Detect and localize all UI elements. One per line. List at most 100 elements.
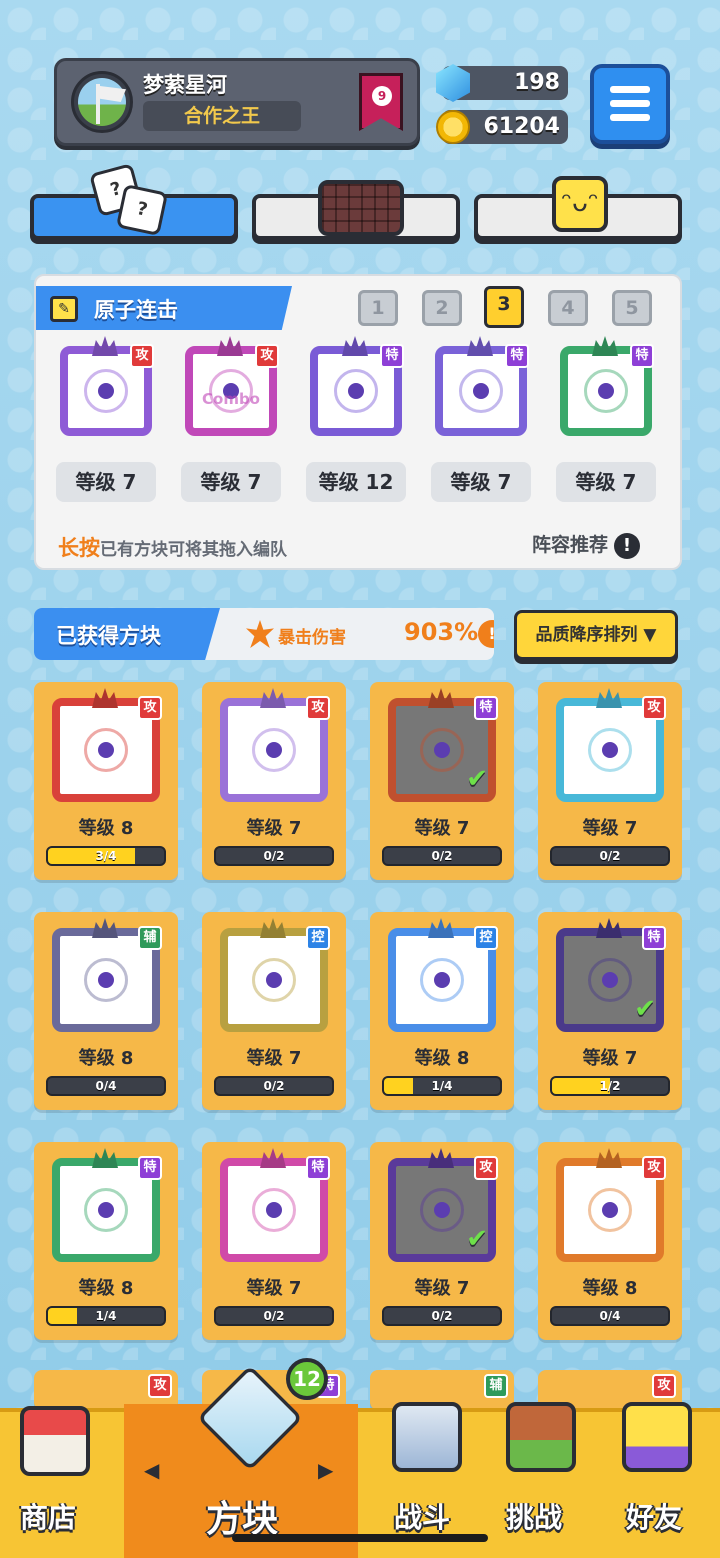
nav-friends[interactable]: 好友 <box>626 1496 682 1536</box>
owned-block-card[interactable]: 攻 ✔ 等级 7 0/2 <box>370 1142 514 1340</box>
card-level: 等级 7 <box>246 818 302 839</box>
card-level: 等级 8 <box>78 1278 134 1299</box>
smile-face-icon: ᵔᴗᵔ <box>552 176 608 232</box>
card-progress-bar: 0/2 <box>382 846 502 866</box>
owned-block-card[interactable]: 攻 等级 8 0/4 <box>538 1142 682 1340</box>
card-progress-text: 0/4 <box>95 1079 117 1093</box>
brick-icon <box>318 180 404 236</box>
card-level: 等级 8 <box>582 1278 638 1299</box>
dragon-crest-icon <box>92 1148 118 1168</box>
card-progress-text: 1/4 <box>431 1079 453 1093</box>
nav-challenge[interactable]: 挑战 <box>506 1496 562 1536</box>
owned-header: 已获得方块 暴击伤害 903% ! <box>34 608 494 660</box>
card-progress-text: 3/4 <box>95 849 117 863</box>
owned-block-card[interactable]: 攻 等级 7 0/2 <box>202 682 346 880</box>
owned-block-card[interactable]: 辅 等级 8 0/4 <box>34 912 178 1110</box>
card-progress-text: 0/2 <box>431 849 453 863</box>
dragon-crest-icon <box>92 336 118 356</box>
block-type-tag: 特 <box>505 344 529 368</box>
blocks-badge: 12 <box>286 1358 328 1400</box>
owned-label: 已获得方块 <box>56 624 161 648</box>
card-level: 等级 7 <box>414 818 470 839</box>
block-type-tag: 控 <box>474 926 498 950</box>
card-progress-bar: 0/2 <box>214 1076 334 1096</box>
card-progress-bar: 1/4 <box>382 1076 502 1096</box>
block-type-tag: 攻 <box>652 1374 676 1398</box>
player-avatar[interactable] <box>71 71 133 133</box>
dragon-crest-icon <box>92 688 118 708</box>
rank-ribbon-icon[interactable]: 9 <box>359 73 403 131</box>
dragon-crest-icon <box>596 688 622 708</box>
block-type-tag: 攻 <box>138 696 162 720</box>
in-deck-check-icon: ✔ <box>466 1224 488 1254</box>
deck-slot-level: 等级 7 <box>56 462 156 502</box>
deck-slot[interactable]: 特 <box>429 336 533 442</box>
player-profile-panel[interactable]: 梦萦星河 合作之王 9 <box>54 58 420 146</box>
owned-block-card[interactable]: 攻 等级 8 3/4 <box>34 682 178 880</box>
card-level: 等级 8 <box>414 1048 470 1069</box>
owned-block-card[interactable]: 特 ✔ 等级 7 1/2 <box>538 912 682 1110</box>
deck-page-1[interactable]: 1 <box>358 290 398 326</box>
block-type-tag: 攻 <box>130 344 154 368</box>
card-level: 等级 8 <box>78 818 134 839</box>
card-progress-bar: 0/2 <box>214 1306 334 1326</box>
menu-button[interactable] <box>590 64 670 144</box>
nav-prev-arrow-icon[interactable]: ◀ <box>144 1458 159 1482</box>
owned-block-card[interactable]: 特 等级 7 0/2 <box>202 1142 346 1340</box>
deck-slot-level: 等级 7 <box>181 462 281 502</box>
nav-next-arrow-icon[interactable]: ▶ <box>318 1458 333 1482</box>
dragon-crest-icon <box>260 688 286 708</box>
player-name: 梦萦星河 <box>143 73 227 97</box>
deck-panel: ✎ 原子连击 1 2 3 4 5 攻 等级 7 Combo 攻 等级 7 特 等… <box>34 274 682 570</box>
block-type-tag: 辅 <box>138 926 162 950</box>
dragon-crest-icon <box>596 918 622 938</box>
block-type-tag: 攻 <box>255 344 279 368</box>
card-progress-bar: 3/4 <box>46 846 166 866</box>
recommend-lineup-button[interactable]: 阵容推荐! <box>532 530 641 559</box>
nav-battle[interactable]: 战斗 <box>394 1496 450 1536</box>
sort-button[interactable]: 品质降序排列 ▼ <box>514 610 678 660</box>
deck-page-3[interactable]: 3 <box>484 286 524 328</box>
card-progress-text: 0/2 <box>263 849 285 863</box>
card-progress-bar: 1/2 <box>550 1076 670 1096</box>
dragon-crest-icon <box>342 336 368 356</box>
dragon-crest-icon <box>217 336 243 356</box>
owned-block-card[interactable]: 特 ✔ 等级 7 0/2 <box>370 682 514 880</box>
deck-page-4[interactable]: 4 <box>548 290 588 326</box>
dragon-crest-icon <box>428 1148 454 1168</box>
nav-shop[interactable]: 商店 <box>20 1496 76 1536</box>
hamburger-icon <box>610 86 650 93</box>
rank-level: 9 <box>372 86 392 106</box>
block-type-tag: 辅 <box>484 1374 508 1398</box>
card-level: 等级 7 <box>414 1278 470 1299</box>
dragon-crest-icon <box>428 688 454 708</box>
block-type-tag: 攻 <box>474 1156 498 1180</box>
dragon-crest-icon <box>467 336 493 356</box>
card-progress-text: 0/2 <box>599 849 621 863</box>
owned-block-card[interactable]: 特 等级 8 1/4 <box>34 1142 178 1340</box>
card-progress-bar: 0/2 <box>550 846 670 866</box>
home-indicator <box>232 1534 488 1542</box>
deck-slot[interactable]: 特 <box>554 336 658 442</box>
dragon-crest-icon <box>596 1148 622 1168</box>
crit-burst-icon <box>246 620 274 648</box>
card-level: 等级 7 <box>246 1278 302 1299</box>
deck-slot[interactable]: 攻 <box>54 336 158 442</box>
owned-block-card[interactable]: 控 等级 7 0/2 <box>202 912 346 1110</box>
card-progress-bar: 0/2 <box>214 846 334 866</box>
deck-page-2[interactable]: 2 <box>422 290 462 326</box>
deck-slot-level: 等级 12 <box>306 462 406 502</box>
block-type-tag: 攻 <box>642 696 666 720</box>
edit-pencil-icon[interactable]: ✎ <box>50 296 78 322</box>
crit-info-icon[interactable]: ! <box>478 620 494 648</box>
card-progress-text: 1/2 <box>599 1079 621 1093</box>
block-type-tag: 特 <box>630 344 654 368</box>
owned-block-card[interactable]: 控 等级 8 1/4 <box>370 912 514 1110</box>
block-type-tag: 特 <box>642 926 666 950</box>
deck-page-5[interactable]: 5 <box>612 290 652 326</box>
deck-slot[interactable]: Combo 攻 <box>179 336 283 442</box>
card-level: 等级 7 <box>582 818 638 839</box>
owned-block-card[interactable]: 攻 等级 7 0/2 <box>538 682 682 880</box>
deck-slot[interactable]: 特 <box>304 336 408 442</box>
deck-slot-level: 等级 7 <box>431 462 531 502</box>
